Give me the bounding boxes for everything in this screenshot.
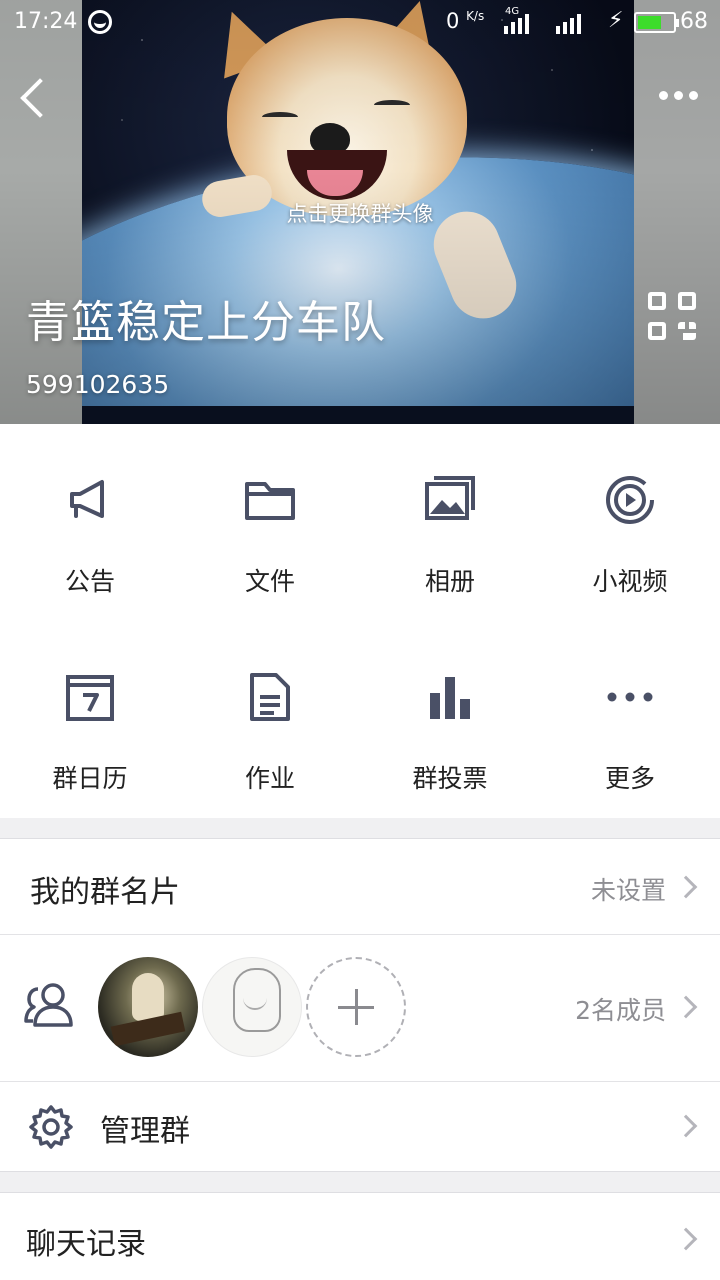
network-speed-value: 0: [446, 9, 460, 33]
chevron-right-icon: [674, 875, 698, 899]
feature-label: 更多: [604, 764, 655, 793]
feature-announcement[interactable]: 公告: [0, 424, 180, 621]
megaphone-icon: [70, 480, 104, 518]
feature-files[interactable]: 文件: [180, 424, 360, 621]
manage-group-row[interactable]: 管理群: [0, 1082, 720, 1172]
battery-icon: [634, 12, 679, 33]
calendar-icon: [66, 675, 114, 721]
more-dots-icon: [607, 692, 653, 702]
feature-homework[interactable]: 作业: [180, 621, 360, 818]
feature-label: 小视频: [592, 567, 668, 596]
feature-calendar[interactable]: 群日历: [0, 621, 180, 818]
chat-history-row[interactable]: 聊天记录: [0, 1193, 720, 1280]
video-play-icon: [606, 476, 654, 524]
my-group-card-label: 我的群名片: [30, 875, 180, 910]
members-row[interactable]: 2名成员: [0, 935, 720, 1081]
status-time: 17:24: [14, 9, 78, 34]
chevron-right-icon: [674, 995, 698, 1019]
member-avatar[interactable]: [202, 957, 302, 1057]
charging-icon: ⚡: [608, 8, 624, 33]
group-id: 599102635: [26, 370, 170, 399]
photo-album-icon: [425, 476, 475, 520]
chevron-right-icon: [674, 1227, 698, 1251]
group-name: 青篮稳定上分车队: [26, 297, 386, 348]
status-bar: 17:24 0 K/s 4G ⚡ 68: [0, 0, 720, 44]
bar-chart-icon: [430, 677, 470, 719]
feature-more[interactable]: 更多: [540, 621, 720, 818]
manage-group-label: 管理群: [100, 1114, 190, 1149]
battery-fill: [638, 16, 661, 29]
feature-label: 相册: [424, 567, 475, 596]
chevron-right-icon: [674, 1114, 698, 1138]
battery-percent: 68: [680, 9, 708, 34]
feature-label: 群日历: [52, 764, 128, 793]
member-avatar[interactable]: [98, 957, 198, 1057]
signal-strength-icon: [556, 12, 581, 34]
feature-short-video[interactable]: 小视频: [540, 424, 720, 621]
folder-icon: [245, 482, 295, 520]
qr-code-icon[interactable]: [648, 292, 696, 340]
more-dots-icon[interactable]: [650, 82, 706, 108]
add-member-icon[interactable]: [306, 957, 406, 1057]
feature-label: 作业: [244, 764, 295, 793]
my-group-card-row[interactable]: 我的群名片 未设置: [0, 839, 720, 934]
member-count: 2名成员: [575, 996, 666, 1025]
group-settings-card: 我的群名片 未设置 2名成员 管理群: [0, 838, 720, 1172]
notification-icon: [88, 10, 112, 34]
network-speed-unit: K/s: [466, 9, 485, 23]
gear-icon: [29, 1105, 73, 1149]
signal-4g-icon: [504, 12, 529, 34]
network-speed: 0 K/s: [446, 9, 484, 33]
feature-vote[interactable]: 群投票: [360, 621, 540, 818]
chat-history-card: 聊天记录: [0, 1192, 720, 1280]
feature-label: 文件: [244, 567, 295, 596]
members-icon: [24, 983, 73, 1027]
group-header: 17:24 0 K/s 4G ⚡ 68 点击更换群头像 青篮稳定上分车队 599…: [0, 0, 720, 424]
my-group-card-value: 未设置: [590, 876, 666, 905]
document-icon: [250, 673, 290, 721]
back-arrow-icon[interactable]: [10, 70, 60, 122]
feature-grid: 公告 文件 相册 小视频 群日历 作业 群投票 更多: [0, 424, 720, 818]
chat-history-label: 聊天记录: [26, 1227, 146, 1262]
feature-label: 群投票: [412, 764, 488, 793]
feature-album[interactable]: 相册: [360, 424, 540, 621]
change-avatar-hint[interactable]: 点击更换群头像: [0, 198, 720, 228]
feature-label: 公告: [64, 567, 115, 596]
